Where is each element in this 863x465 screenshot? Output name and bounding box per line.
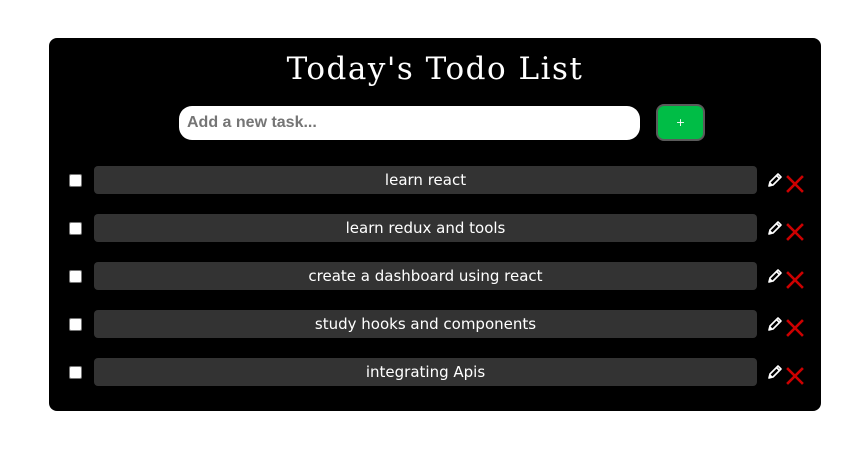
pencil-icon[interactable] [766,219,784,237]
pencil-icon[interactable] [766,171,784,189]
todo-card: Today's Todo List + learn react learn re… [49,38,821,411]
new-task-input[interactable] [179,106,640,140]
todo-checkbox[interactable] [69,222,82,235]
close-icon[interactable] [786,367,804,385]
pencil-icon[interactable] [766,315,784,333]
todo-text[interactable]: create a dashboard using react [94,262,757,290]
close-icon[interactable] [786,319,804,337]
close-icon[interactable] [786,223,804,241]
todo-item: learn react [49,166,821,194]
todo-text[interactable]: learn redux and tools [94,214,757,242]
todo-item: learn redux and tools [49,214,821,242]
todo-text[interactable]: integrating Apis [94,358,757,386]
add-task-button[interactable]: + [656,104,705,141]
todo-checkbox[interactable] [69,366,82,379]
pencil-icon[interactable] [766,267,784,285]
todo-checkbox[interactable] [69,318,82,331]
todo-text[interactable]: study hooks and components [94,310,757,338]
todo-text[interactable]: learn react [94,166,757,194]
todo-checkbox[interactable] [69,270,82,283]
todo-item: create a dashboard using react [49,262,821,290]
todo-item: integrating Apis [49,358,821,386]
todo-checkbox[interactable] [69,174,82,187]
page-title: Today's Todo List [286,51,584,87]
todo-item: study hooks and components [49,310,821,338]
pencil-icon[interactable] [766,363,784,381]
close-icon[interactable] [786,271,804,289]
close-icon[interactable] [786,175,804,193]
